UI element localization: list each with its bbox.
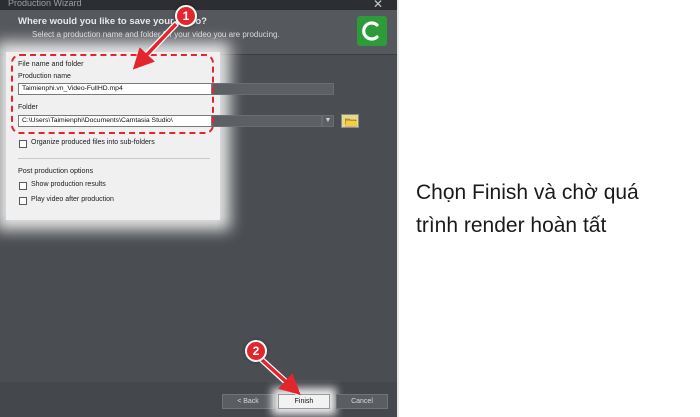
instruction-caption: Chọn Finish và chờ quá trình render hoàn… — [416, 176, 696, 242]
arrow-2 — [260, 358, 301, 396]
caption-line-2: trình render hoàn tất — [416, 214, 607, 237]
caption-line-1: Chọn Finish và chờ quá — [416, 181, 639, 204]
step-2-marker: 2 — [245, 340, 267, 362]
annotation-arrows — [132, 21, 301, 396]
step-1-marker: 1 — [175, 5, 197, 27]
production-wizard-window: Production Wizard ✕ Where would you like… — [0, 0, 397, 417]
panel-divider — [397, 0, 399, 417]
arrow-1 — [132, 22, 178, 70]
